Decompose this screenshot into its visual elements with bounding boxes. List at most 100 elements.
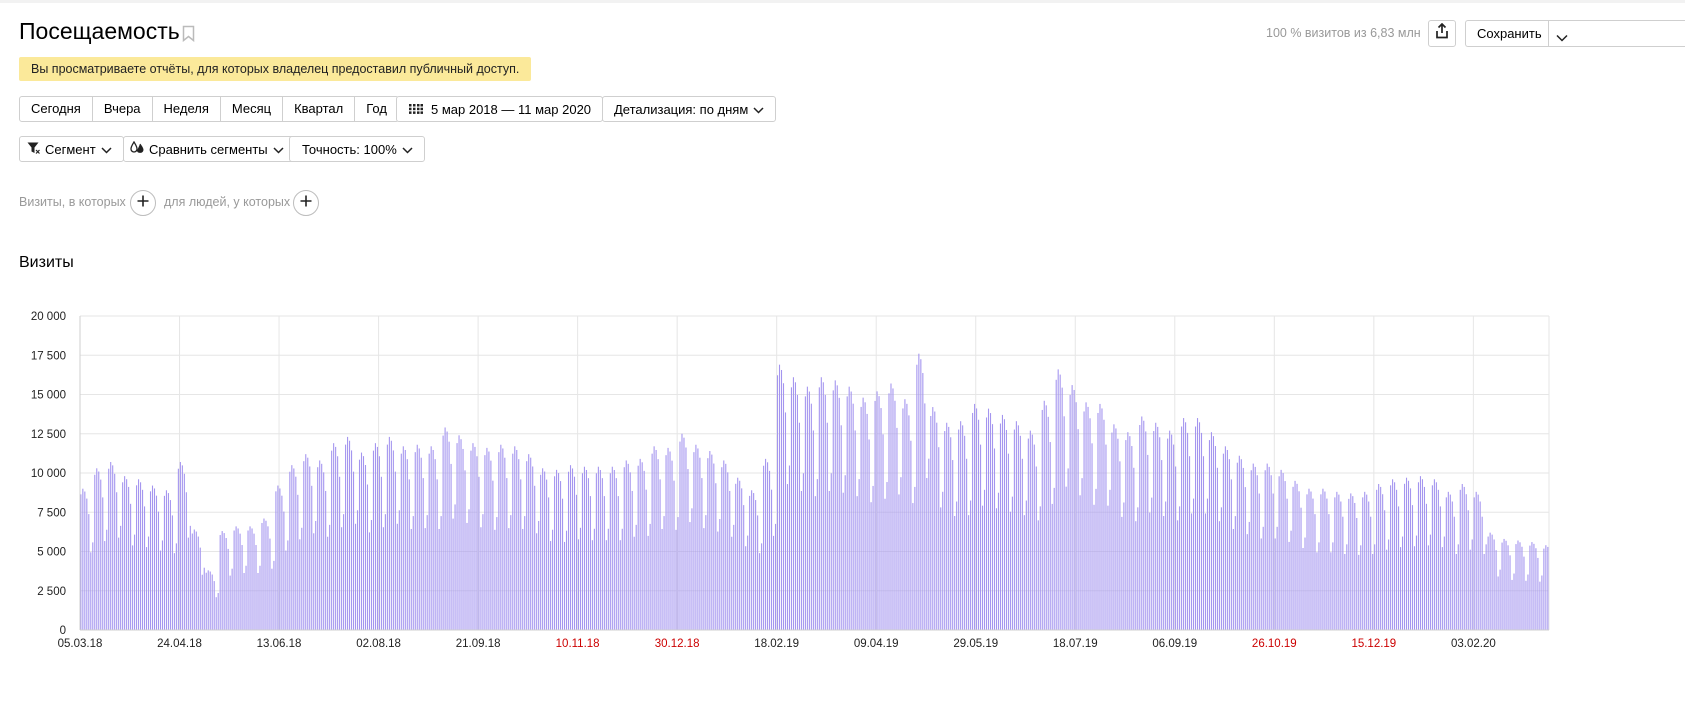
bar	[1091, 443, 1093, 630]
bar	[948, 426, 950, 630]
bar	[1254, 466, 1256, 630]
segment-button[interactable]: Сегмент	[19, 136, 124, 162]
bar	[1196, 418, 1199, 630]
bar	[1350, 493, 1352, 630]
bar	[721, 467, 723, 630]
bar	[621, 528, 623, 630]
bar	[834, 380, 836, 630]
filter-icon	[27, 142, 40, 157]
bar	[1398, 506, 1400, 630]
bar	[169, 500, 171, 630]
period-quarter-button[interactable]: Квартал	[283, 97, 356, 121]
bar	[315, 520, 317, 630]
bar	[1471, 539, 1473, 630]
bar	[1099, 403, 1101, 630]
bar	[470, 450, 472, 630]
bar	[822, 382, 824, 630]
bar	[94, 474, 96, 630]
bar	[144, 506, 146, 630]
bar	[177, 468, 179, 630]
bar	[1111, 432, 1113, 630]
bar	[679, 441, 681, 630]
bar	[225, 538, 227, 630]
bar	[1370, 516, 1372, 630]
bar	[968, 515, 970, 630]
date-range-button[interactable]: 5 мар 2018 — 11 мар 2020	[396, 96, 604, 122]
period-month-button[interactable]: Месяц	[221, 97, 284, 121]
bar	[625, 460, 627, 630]
bar	[1224, 446, 1226, 630]
y-tick-label: 15 000	[31, 390, 66, 402]
y-tick-label: 5 000	[37, 547, 66, 559]
bar	[524, 516, 526, 630]
add-visit-condition-button[interactable]	[130, 190, 156, 216]
bar	[1115, 428, 1117, 630]
bar	[241, 545, 243, 630]
period-today-button[interactable]: Сегодня	[20, 97, 93, 121]
bar	[426, 515, 428, 630]
bar	[297, 494, 299, 630]
bar	[536, 533, 538, 630]
bar	[1282, 473, 1284, 630]
period-year-button[interactable]: Год	[355, 97, 398, 121]
bar	[763, 465, 765, 630]
bar	[1487, 536, 1489, 630]
bar	[812, 430, 814, 630]
bar	[796, 394, 798, 630]
detail-dropdown[interactable]: Детализация: по дням	[602, 96, 777, 122]
save-menu-chevron-down-icon[interactable]	[1556, 29, 1568, 47]
share-icon	[1435, 22, 1449, 44]
bar	[659, 479, 661, 630]
bar	[1009, 511, 1011, 630]
bar	[1242, 467, 1244, 630]
share-button[interactable]	[1428, 20, 1456, 47]
bar	[1469, 549, 1471, 630]
bar	[1145, 431, 1147, 630]
period-week-button[interactable]: Неделя	[153, 97, 221, 121]
accuracy-dropdown[interactable]: Точность: 100%	[289, 136, 425, 162]
add-people-condition-button[interactable]	[293, 190, 319, 216]
compare-segments-label: Сравнить сегменты	[149, 141, 268, 157]
period-yesterday-button[interactable]: Вчера	[93, 97, 153, 121]
bar	[842, 492, 844, 630]
page-title: Посещаемость	[19, 18, 180, 44]
bar	[145, 547, 148, 630]
bar	[1477, 494, 1479, 630]
bar	[1485, 544, 1487, 630]
bar	[1386, 549, 1388, 630]
bar	[1451, 501, 1453, 630]
bar	[974, 403, 976, 630]
bar	[687, 469, 689, 630]
bar	[1173, 444, 1175, 630]
bar	[727, 472, 729, 630]
bar	[1403, 483, 1406, 630]
bar	[309, 466, 311, 630]
bar	[850, 391, 852, 630]
bar	[735, 483, 737, 630]
bar	[462, 448, 464, 630]
bar	[980, 444, 982, 630]
bar	[1320, 494, 1322, 630]
bar	[904, 399, 906, 630]
bar	[1181, 426, 1183, 630]
bar	[235, 526, 237, 630]
bookmark-icon[interactable]	[182, 25, 195, 47]
save-button[interactable]: Сохранить	[1465, 20, 1685, 47]
compare-segments-button[interactable]: Сравнить сегменты	[123, 136, 296, 162]
bar	[438, 528, 440, 630]
bar	[564, 541, 566, 630]
bar	[743, 505, 745, 630]
bar	[1266, 463, 1268, 630]
bar	[514, 446, 516, 630]
bar	[1529, 545, 1531, 630]
bar	[1360, 545, 1362, 630]
bar	[1368, 501, 1370, 630]
bar	[1499, 569, 1501, 630]
bar	[1041, 409, 1043, 630]
bar	[239, 533, 241, 630]
bar	[138, 479, 140, 630]
bar	[532, 466, 534, 630]
bar	[163, 495, 165, 630]
bar	[211, 574, 213, 630]
bar	[432, 449, 434, 630]
